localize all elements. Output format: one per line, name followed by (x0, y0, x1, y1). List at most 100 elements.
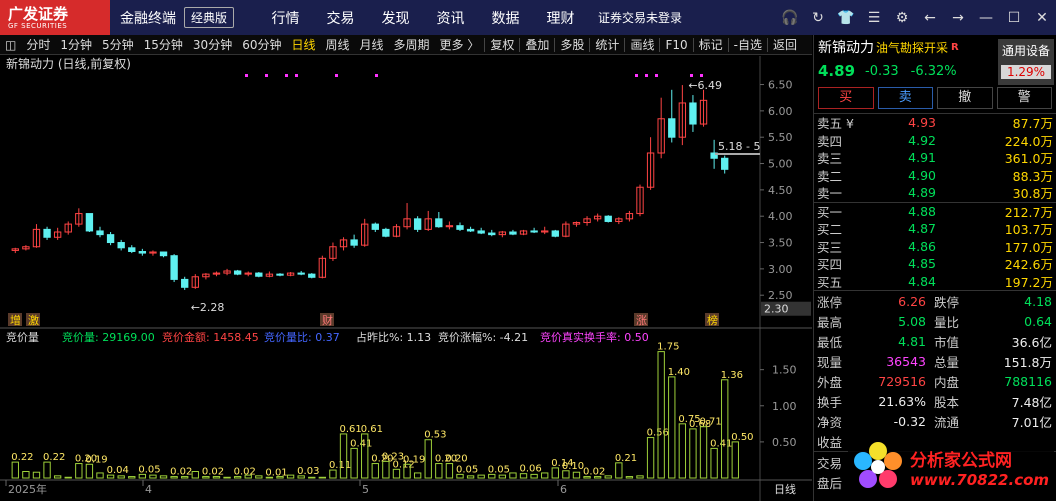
asks-row[interactable]: 卖四 4.92 224.0万 (814, 132, 1056, 150)
event-dot (285, 74, 288, 77)
main-menu-item[interactable]: 发现 (368, 8, 423, 28)
indicator-bar-label: 0.02 (202, 467, 224, 478)
indicator-bar (329, 469, 337, 479)
asks-volume: 87.7万 (1012, 116, 1053, 132)
stat-label: 净资 (817, 414, 843, 430)
chart-canvas[interactable]: 新锦动力 (日线,前复权) 6.50 6.00 5.50 5.00 4.50 4.00 3.5… (0, 56, 812, 501)
period-tab[interactable]: 15分钟 (139, 36, 188, 53)
sell-button[interactable]: 卖 (877, 87, 933, 109)
indicator-bar (117, 475, 125, 479)
toolbar-button[interactable]: 画线 (625, 36, 659, 53)
back-arrow-icon[interactable]: ← (916, 10, 944, 26)
indicator-bar-label: 0.03 (297, 466, 319, 477)
indicator-bar (445, 463, 454, 479)
period-tab[interactable]: 分时 (21, 36, 55, 53)
indicator-bar (128, 476, 136, 479)
indicator-bar (615, 462, 623, 479)
toolbar-button[interactable]: 统计 (590, 36, 624, 53)
period-tab[interactable]: 5分钟 (97, 36, 139, 53)
event-dot (375, 74, 378, 77)
period-tab[interactable]: 更多 〉 (435, 36, 485, 53)
period-tab[interactable]: 1分钟 (55, 36, 97, 53)
bids-row[interactable]: 买四 4.85 242.6万 (814, 255, 1056, 273)
x-tick-label: 2025年 (8, 482, 47, 496)
candle-body (128, 247, 136, 252)
indicator-bar (668, 376, 676, 479)
indicator-y-tick-label: 1.50 (772, 364, 797, 377)
indicator-bar-label: 0.06 (520, 464, 542, 475)
indicator-bar (53, 475, 62, 479)
footer-trade-label[interactable]: 交易 (814, 453, 848, 472)
kline-chart[interactable]: 新锦动力 (日线,前复权) 6.50 6.00 5.50 5.00 4.50 4.00 3.5… (0, 56, 812, 501)
bids-row[interactable]: 买一 4.88 212.7万 (814, 203, 1056, 221)
indicator-bar (509, 472, 517, 479)
list-icon[interactable]: ☰ (860, 10, 888, 26)
x-tick-label: 4 (145, 483, 152, 496)
toolbar-button[interactable]: 标记 (694, 36, 728, 53)
bids-price: 4.88 (908, 203, 936, 219)
toolbar-button[interactable]: 复权 (485, 36, 519, 53)
panel-toggle-icon[interactable]: ◫ (0, 38, 21, 52)
main-menu-item[interactable]: 数据 (478, 8, 533, 28)
event-marker: 财 (322, 313, 333, 327)
candle-body (297, 272, 305, 275)
candle-body (371, 223, 379, 230)
toolbar-button[interactable]: 返回 (768, 36, 802, 53)
bids-row[interactable]: 买三 4.86 177.0万 (814, 238, 1056, 256)
stat-row: 现量 36543 总量 151.8万 (814, 351, 1056, 371)
period-tab[interactable]: 日线 (286, 36, 320, 53)
indicator-bar-label: 0.04 (107, 465, 129, 476)
watermark: 分析家公式网 www.70822.com (848, 436, 1054, 498)
main-menu-item[interactable]: 理财 (533, 8, 588, 28)
alert-button[interactable]: 警 (996, 87, 1052, 109)
asks-row[interactable]: 卖二 4.90 88.3万 (814, 167, 1056, 185)
event-dot (645, 74, 648, 77)
industry-tag[interactable]: 油气勘探开采 (876, 39, 948, 56)
indicator-bar-label: 0.53 (424, 430, 446, 441)
event-marker: 涨 (636, 314, 647, 327)
footer-afterhours-label[interactable]: 盘后 (814, 473, 848, 492)
asks-row[interactable]: 卖一 4.89 30.8万 (814, 184, 1056, 202)
period-tab[interactable]: 30分钟 (188, 36, 237, 53)
bids-price: 4.86 (908, 238, 936, 254)
bids-row[interactable]: 买二 4.87 103.7万 (814, 220, 1056, 238)
headset-icon[interactable]: 🎧 (776, 10, 804, 26)
login-status[interactable]: 证券交易未登录 (598, 9, 682, 26)
last-price: 4.89 (818, 62, 856, 80)
close-icon[interactable]: ✕ (1028, 10, 1056, 26)
bids-row[interactable]: 买五 4.84 197.2万 (814, 273, 1056, 291)
y-tick-label: 5.00 (768, 158, 793, 171)
asks-row[interactable]: 卖三 4.91 361.0万 (814, 149, 1056, 167)
indicator-bar (43, 461, 51, 479)
asks-row[interactable]: 卖五 ¥ 4.93 87.7万 (814, 114, 1056, 132)
shirt-icon[interactable]: 👕 (832, 10, 860, 26)
refresh-icon[interactable]: ↻ (804, 10, 832, 26)
stat-row: 最低 4.81 市值 36.6亿 (814, 331, 1056, 351)
indicator-bar (541, 472, 549, 479)
forward-arrow-icon[interactable]: → (944, 10, 972, 26)
toolbar-button[interactable]: -自选 (729, 36, 767, 53)
main-menu-item[interactable]: 资讯 (423, 8, 478, 28)
asks-price: 4.90 (908, 167, 936, 183)
stat-label: 换手 (817, 394, 843, 410)
period-tab[interactable]: 周线 (321, 36, 355, 53)
period-tab[interactable]: 月线 (355, 36, 389, 53)
gear-icon[interactable]: ⚙ (888, 10, 916, 26)
sector-box[interactable]: 通用设备 1.29% (998, 39, 1054, 85)
maximize-icon[interactable]: ☐ (1000, 10, 1028, 26)
period-tab[interactable]: 60分钟 (237, 36, 286, 53)
cancel-button[interactable]: 撤 (937, 87, 993, 109)
flower-logo-icon (854, 442, 902, 488)
edition-dropdown[interactable]: 经典版 (184, 7, 235, 28)
minimize-icon[interactable]: — (972, 10, 1000, 26)
main-menu-item[interactable]: 交易 (313, 8, 368, 28)
toolbar-button[interactable]: F10 (660, 38, 692, 52)
indicator-bar (731, 441, 739, 479)
main-menu: 行情 交易 发现 资讯 数据 理财 (258, 8, 588, 28)
period-tab[interactable]: 多周期 (389, 36, 435, 53)
main-menu-item[interactable]: 行情 (258, 8, 313, 28)
buy-button[interactable]: 买 (818, 87, 874, 109)
toolbar-button[interactable]: 多股 (555, 36, 589, 53)
toolbar-button[interactable]: 叠加 (520, 36, 554, 53)
indicator-bar (678, 423, 687, 479)
